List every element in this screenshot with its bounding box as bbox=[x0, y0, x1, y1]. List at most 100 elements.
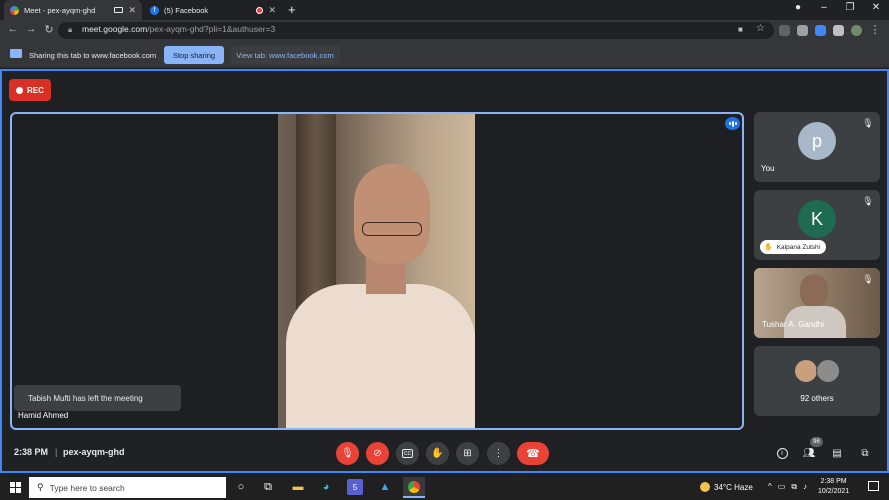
taskbar-search-box[interactable]: ⚲ Type here to search bbox=[29, 477, 226, 498]
url-path: /pex-ayqm-ghd?pli=1&authuser=3 bbox=[147, 24, 276, 34]
close-tab-icon[interactable]: ✕ bbox=[128, 5, 136, 16]
meet-favicon-icon bbox=[10, 5, 19, 15]
url-text: meet.google.com/pex-ayqm-ghd?pli=1&authu… bbox=[82, 24, 275, 34]
raised-hand-chip: ✋ Kalpana Zutshi bbox=[760, 240, 827, 254]
maximize-icon[interactable]: ❐ bbox=[838, 2, 862, 13]
participant-tile-kalpana[interactable]: K 🎙︎ ✋ Kalpana Zutshi bbox=[754, 190, 880, 260]
edge-browser-icon[interactable]: ◕ bbox=[318, 479, 334, 495]
forward-icon[interactable]: → bbox=[24, 23, 38, 35]
back-icon[interactable]: ← bbox=[6, 23, 20, 35]
hand-icon: ✋ bbox=[431, 448, 444, 459]
app-badge: 5 bbox=[352, 482, 358, 492]
hand-icon: ✋ bbox=[764, 244, 773, 251]
avatar bbox=[794, 359, 818, 383]
clock-time: 2:38 PM bbox=[820, 478, 847, 485]
avatar bbox=[816, 359, 840, 383]
facebook-favicon-icon: f bbox=[150, 5, 159, 15]
mic-toggle-button[interactable]: 🎙︎ bbox=[336, 442, 359, 465]
tab-meet[interactable]: Meet - pex-ayqm-ghd ✕ bbox=[4, 0, 142, 20]
captions-button[interactable]: cc bbox=[396, 442, 419, 465]
speaking-indicator-icon bbox=[725, 117, 740, 130]
camera-icon[interactable]: ■ bbox=[738, 25, 743, 34]
participant-tile-you[interactable]: p 🎙︎ You bbox=[754, 112, 880, 182]
raise-hand-button[interactable]: ✋ bbox=[426, 442, 449, 465]
more-options-button[interactable]: ⋮ bbox=[487, 442, 510, 465]
chrome-taskbar-icon[interactable] bbox=[403, 477, 425, 498]
activities-button[interactable]: ⧉ bbox=[857, 445, 873, 461]
new-tab-button[interactable]: + bbox=[288, 2, 296, 17]
stop-sharing-button[interactable]: Stop sharing bbox=[164, 46, 224, 64]
person-head bbox=[354, 164, 430, 264]
system-tray-icons[interactable]: ^▭⧉♪ bbox=[768, 482, 813, 492]
task-view-icon[interactable]: ⧉ bbox=[260, 479, 276, 495]
participant-tile-tushar[interactable]: 🎙︎ Tushar A. Gandhi bbox=[754, 268, 880, 338]
reload-icon[interactable]: ↻ bbox=[42, 23, 56, 36]
lock-icon: 🔒︎ bbox=[68, 25, 73, 34]
close-window-icon[interactable]: ✕ bbox=[864, 2, 888, 13]
bookmark-star-icon[interactable]: ☆ bbox=[756, 23, 765, 34]
more-vert-icon: ⋮ bbox=[493, 448, 504, 459]
tab-facebook[interactable]: f (5) Facebook ✕ bbox=[144, 0, 282, 20]
info-icon: i bbox=[776, 447, 788, 459]
profile-indicator-icon[interactable]: ● bbox=[786, 2, 810, 13]
mic-off-icon: 🎙︎ bbox=[341, 448, 354, 459]
notifications-icon[interactable] bbox=[868, 481, 879, 491]
people-count-badge: 96 bbox=[810, 437, 823, 447]
url-host: meet.google.com bbox=[82, 24, 148, 34]
present-icon: ⊞ bbox=[463, 448, 472, 459]
person-shirt bbox=[286, 284, 475, 428]
chat-button[interactable]: ▤ bbox=[829, 445, 845, 461]
people-icon: 👥︎ bbox=[802, 447, 816, 459]
others-count: 92 others bbox=[800, 394, 834, 403]
person-head bbox=[800, 274, 828, 308]
extension-icon[interactable] bbox=[815, 25, 826, 36]
activities-icon: ⧉ bbox=[861, 447, 869, 459]
recording-indicator-icon bbox=[256, 6, 264, 14]
search-icon: ⚲ bbox=[37, 482, 44, 492]
main-participant-name: Hamid Ahmed bbox=[18, 411, 69, 420]
chrome-logo-icon bbox=[408, 480, 420, 493]
captions-icon: cc bbox=[402, 449, 413, 458]
present-button[interactable]: ⊞ bbox=[456, 442, 479, 465]
avatar: K bbox=[798, 200, 836, 238]
avatar: p bbox=[798, 122, 836, 160]
menu-kebab-icon[interactable]: ⋮ bbox=[868, 23, 882, 36]
phone-hangup-icon: ☎ bbox=[526, 448, 540, 460]
meeting-details-button[interactable]: i bbox=[774, 445, 790, 461]
app-icon[interactable]: ▲ bbox=[377, 479, 393, 495]
extension-icon[interactable] bbox=[779, 25, 790, 36]
recording-badge: REC bbox=[9, 79, 51, 101]
cortana-icon[interactable]: ○ bbox=[233, 479, 249, 495]
leave-call-button[interactable]: ☎ bbox=[517, 442, 549, 465]
app-icon[interactable]: 5 bbox=[347, 479, 363, 495]
profile-avatar-icon[interactable] bbox=[851, 25, 862, 36]
people-button[interactable]: 👥︎ bbox=[801, 445, 817, 461]
separator: | bbox=[55, 447, 58, 457]
record-dot-icon bbox=[16, 86, 24, 94]
puzzle-icon[interactable] bbox=[833, 25, 844, 36]
search-placeholder: Type here to search bbox=[49, 482, 125, 493]
chat-icon: ▤ bbox=[832, 447, 842, 459]
casting-icon bbox=[114, 7, 124, 13]
participant-tile-others[interactable]: 92 others bbox=[754, 346, 880, 416]
notification-toast: Tabish Mufti has left the meeting bbox=[14, 385, 181, 411]
minimize-icon[interactable]: – bbox=[812, 2, 836, 13]
screen-share-icon bbox=[10, 49, 22, 58]
participant-name: You bbox=[761, 164, 775, 173]
tab-title: Meet - pex-ayqm-ghd bbox=[24, 5, 96, 15]
taskbar-clock[interactable]: 2:38 PM 10/2/2021 bbox=[818, 477, 849, 497]
camera-toggle-button[interactable]: ⊘ bbox=[366, 442, 389, 465]
tab-title: (5) Facebook bbox=[164, 5, 209, 15]
clock-date: 10/2/2021 bbox=[818, 488, 850, 495]
rec-label: REC bbox=[27, 85, 44, 95]
extension-icon[interactable] bbox=[797, 25, 808, 36]
participant-name: Tushar A. Gandhi bbox=[762, 320, 824, 329]
weather-widget[interactable]: 34°C Haze bbox=[700, 482, 753, 492]
file-explorer-icon[interactable]: ▬ bbox=[290, 479, 306, 495]
close-tab-icon[interactable]: ✕ bbox=[268, 5, 276, 16]
camera-off-icon: ⊘ bbox=[373, 448, 382, 459]
mic-off-icon: 🎙︎ bbox=[862, 118, 874, 128]
glasses-icon bbox=[362, 222, 422, 236]
view-tab-button[interactable]: View tab: www.facebook.com bbox=[230, 46, 340, 64]
windows-start-icon[interactable] bbox=[7, 479, 23, 495]
